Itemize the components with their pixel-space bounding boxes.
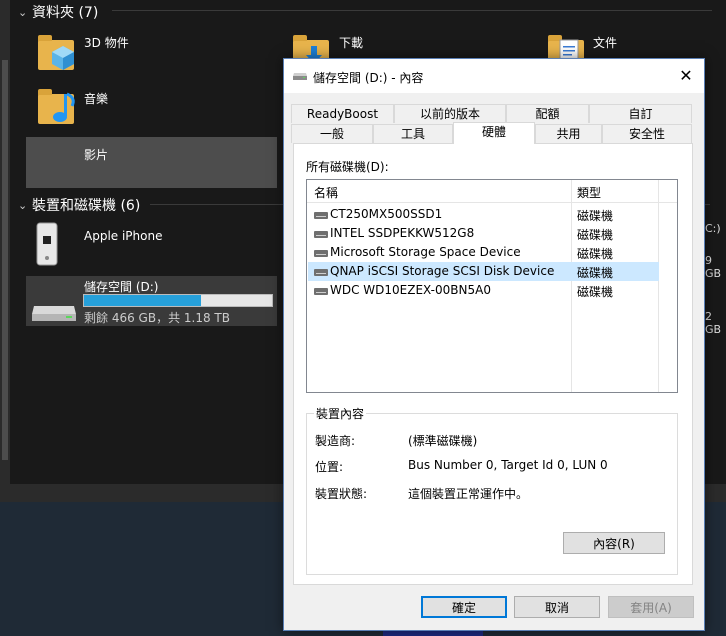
tab-security[interactable]: 安全性 — [602, 124, 692, 143]
folder-name: 下載 — [339, 36, 364, 50]
explorer-scrollbar-thumb[interactable] — [2, 60, 8, 460]
disk-icon — [314, 250, 328, 257]
all-disks-label: 所有磁碟機(D): — [306, 160, 389, 174]
folder-name: 影片 — [84, 148, 109, 162]
disk-type: 磁碟機 — [577, 209, 614, 223]
disk-list[interactable]: 名稱 類型 CT250MX500SSD1 磁碟機 INTEL SSDPEKKW51… — [306, 179, 678, 393]
tab-tools[interactable]: 工具 — [373, 124, 453, 143]
disk-name: WDC WD10EZEX-00BN5A0 — [330, 283, 491, 297]
tab-previous-versions[interactable]: 以前的版本 — [394, 104, 506, 123]
device-name: 儲存空間 (D:) — [84, 280, 159, 294]
disk-row-selected[interactable]: QNAP iSCSI Storage SCSI Disk Device 磁碟機 — [308, 262, 659, 281]
section-divider — [112, 10, 712, 11]
disk-icon — [314, 288, 328, 295]
folders-section-title: 資料夾 (7) — [32, 5, 99, 21]
tab-readyboost[interactable]: ReadyBoost — [291, 104, 394, 123]
devices-section-header[interactable]: ⌄ 裝置和磁碟機 (6) — [18, 195, 140, 215]
apply-button: 套用(A) — [608, 596, 694, 618]
disk-icon — [314, 231, 328, 238]
cancel-button[interactable]: 取消 — [514, 596, 600, 618]
hard-drive-icon — [32, 306, 76, 321]
iphone-device-icon — [36, 222, 58, 266]
disk-name: QNAP iSCSI Storage SCSI Disk Device — [330, 264, 555, 278]
tab-quota[interactable]: 配額 — [506, 104, 589, 123]
tab-row-bottom: 一般 工具 硬體 共用 安全性 — [291, 122, 692, 144]
close-icon[interactable]: ✕ — [674, 64, 698, 88]
disk-row[interactable]: WDC WD10EZEX-00BN5A0 磁碟機 — [308, 281, 659, 300]
column-header-type[interactable]: 類型 — [577, 184, 601, 201]
folder-tile-videos[interactable] — [26, 137, 277, 188]
dialog-title-bar[interactable]: 儲存空間 (D:) - 內容 ✕ — [284, 59, 704, 93]
drive-free-space: 剩餘 466 GB，共 1.18 TB — [84, 311, 230, 325]
ok-button[interactable]: 確定 — [421, 596, 507, 618]
tab-general[interactable]: 一般 — [291, 124, 373, 143]
chevron-down-icon: ⌄ — [18, 5, 28, 19]
folder-name: 文件 — [593, 36, 618, 50]
manufacturer-label: 製造商: — [315, 434, 356, 448]
disk-row[interactable]: INTEL SSDPEKKW512G8 磁碟機 — [308, 224, 659, 243]
folders-section-header[interactable]: ⌄ 資料夾 (7) — [18, 2, 98, 22]
tab-customize[interactable]: 自訂 — [589, 104, 692, 123]
group-title: 裝置內容 — [314, 405, 367, 422]
tab-sharing[interactable]: 共用 — [535, 124, 602, 143]
disk-icon — [314, 212, 328, 219]
drive-properties-dialog: 儲存空間 (D:) - 內容 ✕ ReadyBoost 以前的版本 配額 自訂 … — [283, 58, 705, 631]
disk-type: 磁碟機 — [577, 228, 614, 242]
location-label: 位置: — [315, 460, 344, 474]
folder-name: 音樂 — [84, 92, 109, 106]
drive-usage-fill — [84, 295, 201, 306]
disk-list-header: 名稱 類型 — [307, 180, 677, 203]
folder-name: 3D 物件 — [84, 36, 129, 50]
drive-title-icon — [293, 73, 307, 80]
column-header-name[interactable]: 名稱 — [314, 184, 338, 201]
drive-usage-bar — [83, 294, 273, 307]
disk-type: 磁碟機 — [577, 285, 614, 299]
music-note-icon — [53, 92, 75, 122]
device-status-value: 這個裝置正常運作中。 — [408, 487, 529, 501]
chevron-down-icon: ⌄ — [18, 198, 28, 212]
drive-fragment-text: 2 GB — [705, 310, 722, 336]
drive-fragment-text: 9 GB — [705, 254, 722, 280]
disk-name: CT250MX500SSD1 — [330, 207, 443, 221]
devices-section-title: 裝置和磁碟機 (6) — [32, 198, 141, 214]
tab-hardware[interactable]: 硬體 — [453, 122, 535, 144]
disk-name: Microsoft Storage Space Device — [330, 245, 521, 259]
device-name: Apple iPhone — [84, 229, 163, 243]
drive-fragment-text: C:) — [705, 222, 721, 235]
explorer-scrollbar[interactable] — [0, 0, 10, 484]
disk-type: 磁碟機 — [577, 247, 614, 261]
3d-cube-icon — [52, 46, 74, 70]
disk-row[interactable]: Microsoft Storage Space Device 磁碟機 — [308, 243, 659, 262]
disk-name: INTEL SSDPEKKW512G8 — [330, 226, 475, 240]
properties-button[interactable]: 內容(R) — [563, 532, 665, 554]
location-value: Bus Number 0, Target Id 0, LUN 0 — [408, 458, 608, 472]
tab-row-top: ReadyBoost 以前的版本 配額 自訂 — [291, 104, 692, 124]
manufacturer-value: (標準磁碟機) — [408, 434, 478, 448]
disk-row[interactable]: CT250MX500SSD1 磁碟機 — [308, 205, 659, 224]
dialog-title: 儲存空間 (D:) - 內容 — [313, 71, 424, 85]
disk-type: 磁碟機 — [577, 266, 614, 280]
device-status-label: 裝置狀態: — [315, 487, 368, 501]
disk-icon — [314, 269, 328, 276]
